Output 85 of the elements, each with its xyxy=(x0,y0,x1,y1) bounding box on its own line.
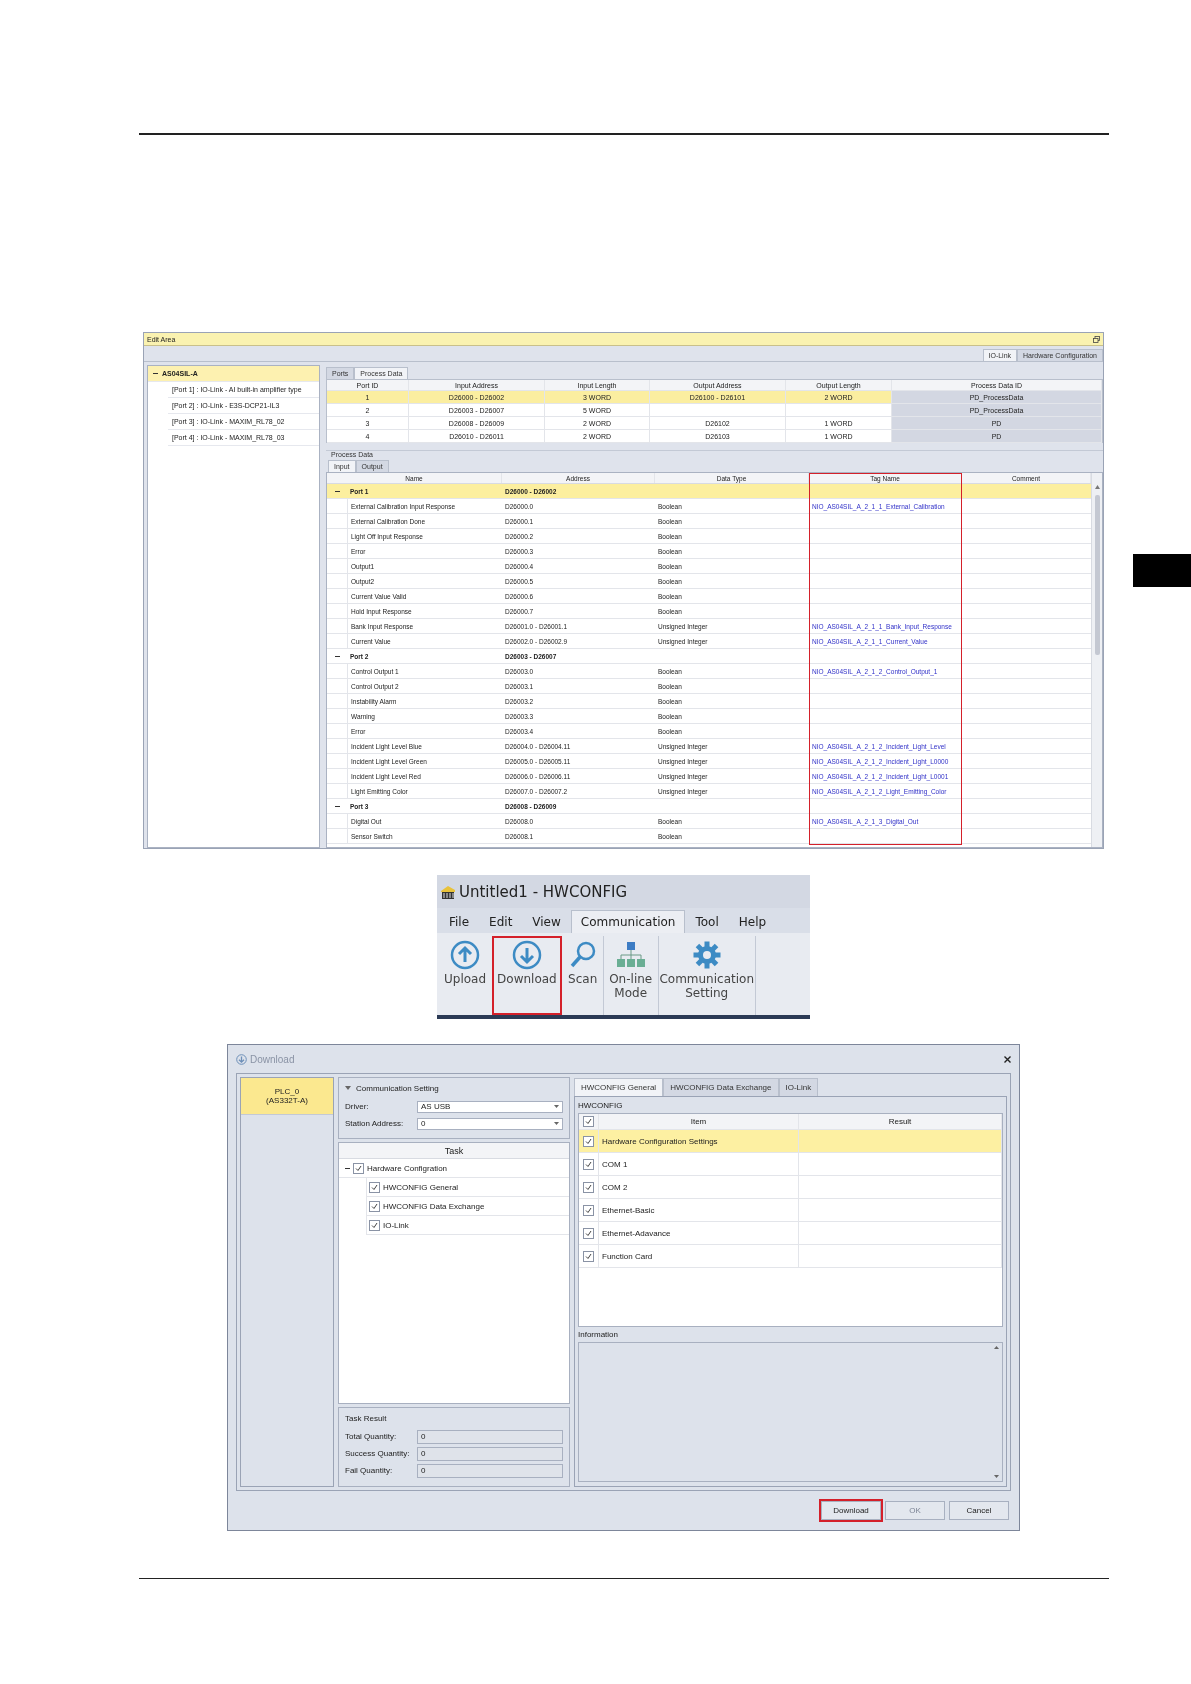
tab[interactable]: IO-Link xyxy=(778,1078,819,1096)
checkbox[interactable] xyxy=(583,1250,594,1262)
field-label: Total Quantity: xyxy=(345,1432,398,1441)
group-title: Task Result xyxy=(345,1413,387,1423)
table-row[interactable]: Function Card xyxy=(579,1245,1002,1268)
restore-icon[interactable] xyxy=(1093,335,1100,343)
readonly-field: 0 xyxy=(417,1446,563,1461)
dropdown[interactable]: 0 xyxy=(417,1117,563,1130)
menu-tab[interactable]: View xyxy=(522,910,571,933)
menu-tab[interactable]: Tool xyxy=(685,910,729,933)
table-row[interactable]: Hardware Configuration Settings xyxy=(579,1130,1002,1153)
device-item[interactable]: PLC_0 (AS332T-A) xyxy=(241,1078,333,1115)
field-label: Driver: xyxy=(345,1102,370,1111)
menu-tab[interactable]: Edit xyxy=(479,910,523,933)
field-label: Station Address: xyxy=(345,1119,405,1128)
readonly-field: 0 xyxy=(417,1463,563,1478)
table-cell: COM 1 xyxy=(599,1153,799,1175)
scroll-up-icon[interactable] xyxy=(994,1346,999,1349)
checkbox[interactable] xyxy=(369,1200,380,1212)
collapse-icon[interactable] xyxy=(334,803,340,809)
dialog-button[interactable]: Cancel xyxy=(949,1501,1009,1520)
checkbox[interactable] xyxy=(353,1162,364,1174)
table-cell: COM 2 xyxy=(599,1176,799,1198)
tree-item[interactable]: HWCONFIG General xyxy=(383,1182,459,1192)
network-icon xyxy=(615,940,646,970)
menu-tab[interactable]: Communication xyxy=(570,910,686,933)
table-row[interactable]: Ethernet-Adavance xyxy=(579,1222,1002,1245)
dialog-title: Download xyxy=(250,1053,295,1065)
checkbox[interactable] xyxy=(583,1204,594,1216)
table-row[interactable]: COM 2 xyxy=(579,1176,1002,1199)
checkbox[interactable] xyxy=(369,1219,380,1231)
table-cell: Hardware Configuration Settings xyxy=(599,1130,799,1152)
table-row[interactable]: COM 1 xyxy=(579,1153,1002,1176)
scroll-up-icon[interactable] xyxy=(1094,485,1100,489)
checkbox[interactable] xyxy=(583,1135,594,1147)
tab[interactable]: HWCONFIG Data Exchange xyxy=(663,1078,779,1096)
table-cell: Function Card xyxy=(599,1245,799,1267)
collapse-icon[interactable] xyxy=(152,370,158,377)
caret-down-icon[interactable] xyxy=(345,1085,351,1091)
tree-item[interactable]: HWCONFIG Data Exchange xyxy=(383,1201,485,1211)
column-header: Task xyxy=(339,1143,569,1159)
group-title: Information xyxy=(578,1330,620,1339)
caret-icon xyxy=(554,1105,559,1108)
menu-tab[interactable]: Help xyxy=(728,910,777,933)
upload-icon xyxy=(450,940,480,970)
checkbox[interactable] xyxy=(583,1181,594,1193)
device-model: (AS332T-A) xyxy=(266,1096,308,1105)
table-row[interactable]: Ethernet-Basic xyxy=(579,1199,1002,1222)
column-header: Result xyxy=(799,1114,1002,1129)
checkbox[interactable] xyxy=(369,1181,380,1193)
checkbox[interactable] xyxy=(583,1116,594,1127)
collapse-icon[interactable] xyxy=(334,488,340,494)
collapse-icon[interactable] xyxy=(344,1165,350,1171)
field-label: Fail Quantity: xyxy=(345,1466,394,1475)
table-cell: Ethernet-Basic xyxy=(599,1199,799,1221)
close-icon[interactable] xyxy=(1004,1055,1011,1063)
collapse-icon[interactable] xyxy=(334,653,340,659)
toolbar-button[interactable]: Communication Setting xyxy=(658,936,755,1015)
window-title: Untitled1 - HWCONFIG xyxy=(459,882,628,901)
caret-icon xyxy=(554,1122,559,1125)
dialog-button[interactable]: Download xyxy=(821,1501,881,1520)
toolbar-button[interactable]: On-line Mode xyxy=(603,936,658,1015)
scrollbar[interactable] xyxy=(1091,473,1102,847)
download-icon xyxy=(511,940,542,970)
scroll-down-icon[interactable] xyxy=(994,1475,999,1478)
dropdown[interactable]: AS USB xyxy=(417,1100,563,1113)
tree-item[interactable]: Hardware Configration xyxy=(367,1163,448,1173)
app-icon xyxy=(440,883,456,900)
device-name: PLC_0 xyxy=(274,1087,300,1096)
tree-item[interactable]: IO-Link xyxy=(383,1220,409,1230)
tab[interactable]: HWCONFIG General xyxy=(574,1078,664,1096)
group-title: HWCONFIG xyxy=(578,1101,624,1110)
checkbox[interactable] xyxy=(583,1158,594,1170)
group-title: Communication Setting xyxy=(356,1083,439,1093)
readonly-field: 0 xyxy=(417,1429,563,1444)
field-label: Success Quantity: xyxy=(345,1449,411,1458)
toolbar-button[interactable]: Scan xyxy=(562,936,603,1015)
column-header: Item xyxy=(599,1114,799,1129)
toolbar-button[interactable]: Download xyxy=(492,936,562,1015)
checkbox[interactable] xyxy=(583,1227,594,1239)
menu-tab[interactable]: File xyxy=(439,910,480,933)
download-icon xyxy=(236,1053,247,1065)
toolbar-button[interactable]: Upload xyxy=(439,936,492,1015)
table-cell: Ethernet-Adavance xyxy=(599,1222,799,1244)
settings-icon xyxy=(691,940,722,970)
